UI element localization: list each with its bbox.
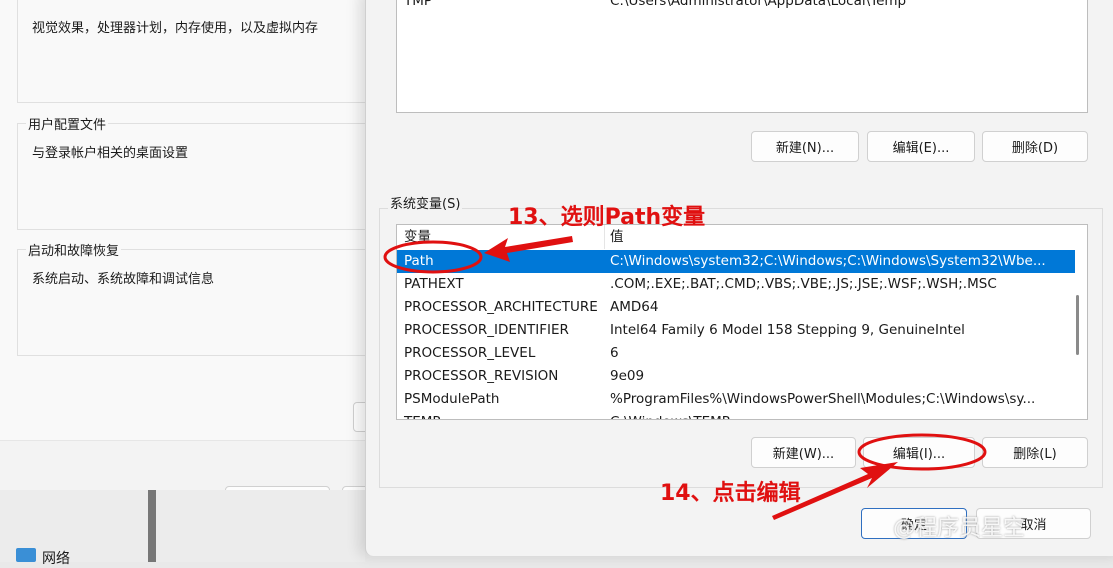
step-14-annotation: 14、点击编辑	[660, 481, 801, 506]
edit-highlight-ellipse	[857, 433, 987, 471]
step-13-annotation: 13、选则Path变量	[508, 205, 706, 230]
annotation-overlay	[383, 236, 987, 520]
arrow-13-icon	[484, 236, 573, 262]
path-highlight-ellipse	[383, 240, 483, 274]
watermark: @程序员星空	[893, 516, 1026, 541]
